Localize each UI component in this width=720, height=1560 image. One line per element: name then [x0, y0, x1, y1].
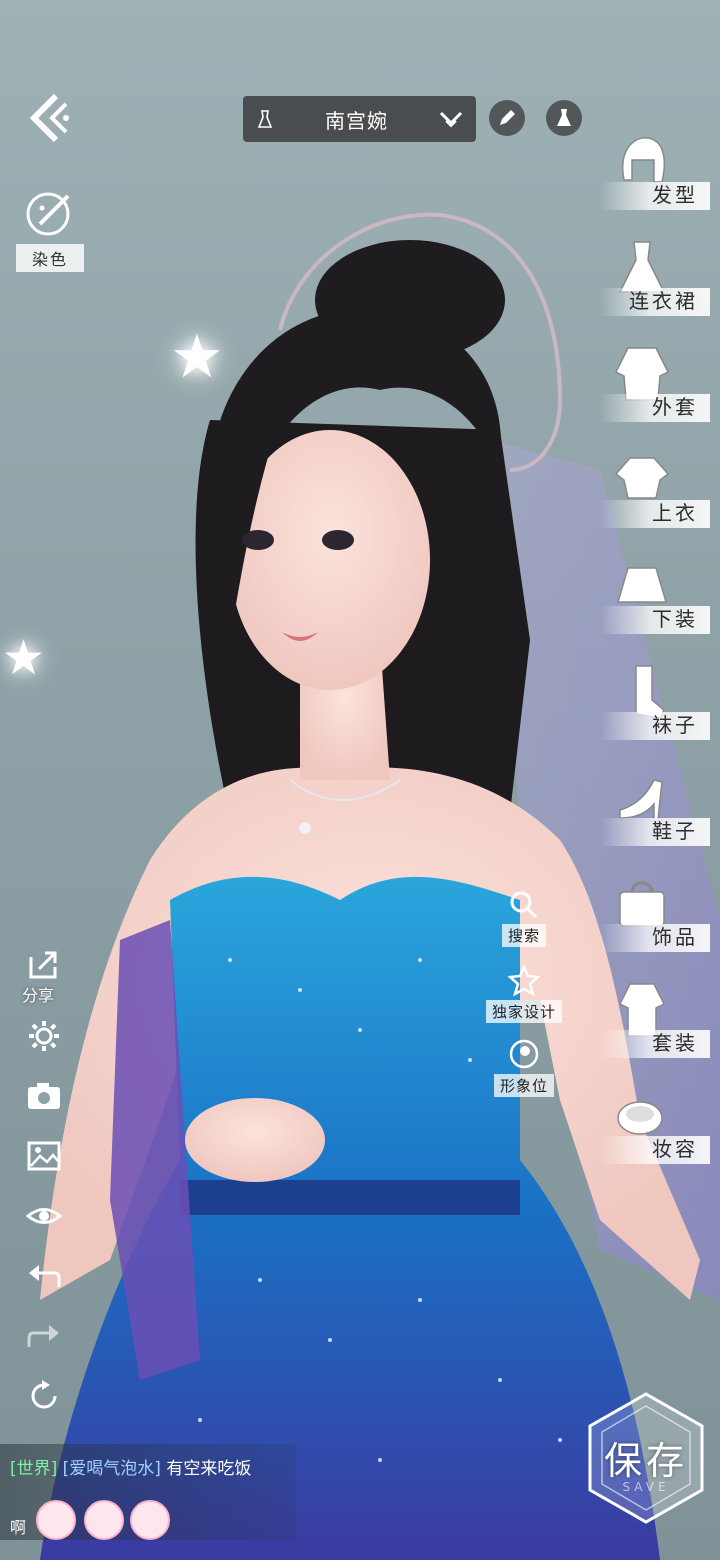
category-makeup[interactable]: 妆容 [600, 1082, 710, 1172]
star-outline-icon [508, 964, 540, 996]
share-icon [29, 951, 57, 979]
exclusive-design-button[interactable]: 独家设计 [482, 964, 566, 1023]
eye-icon [26, 1208, 62, 1224]
palette-brush-icon [26, 192, 70, 236]
share-button[interactable] [24, 944, 64, 984]
game-scene: ★ ★ 南宫婉 染色 发型 连衣裙 外套 上衣 下装 袜子 鞋子 饰品 套装 妆… [0, 0, 720, 1560]
outfit-button[interactable] [546, 100, 582, 136]
chevron-down-icon [439, 111, 463, 128]
category-dress[interactable]: 连衣裙 [600, 234, 710, 324]
emoji-sticker-icon [36, 1500, 76, 1540]
rotate-icon [31, 1380, 57, 1409]
save-label: 保存 [603, 1439, 688, 1483]
chat-channel: [世界] [10, 1459, 58, 1479]
redo-button[interactable] [24, 1316, 64, 1356]
pen-icon [500, 110, 515, 125]
camera-icon [28, 1083, 60, 1109]
category-top[interactable]: 上衣 [600, 446, 710, 536]
camera-button[interactable] [24, 1076, 64, 1116]
image-icon [27, 1141, 61, 1171]
emoji-sticker-icon [130, 1500, 170, 1540]
star-icon: ★ [2, 630, 46, 686]
category-accessory[interactable]: 饰品 [600, 870, 710, 960]
save-watermark: SAVE [622, 1480, 670, 1494]
category-bottom[interactable]: 下装 [600, 552, 710, 642]
chat-user[interactable]: [爱喝气泡水] [63, 1459, 161, 1479]
emoji-sticker-icon [84, 1500, 124, 1540]
image-slot-button[interactable]: 形象位 [482, 1038, 566, 1097]
dye-label: 染色 [16, 244, 84, 272]
category-shoes[interactable]: 鞋子 [600, 764, 710, 854]
category-hair[interactable]: 发型 [600, 128, 710, 218]
character-name: 南宫婉 [325, 108, 388, 133]
reset-button[interactable] [24, 1376, 64, 1416]
chat-second-line: 啊 [10, 1518, 27, 1537]
category-socks[interactable]: 袜子 [600, 658, 710, 748]
character-selector[interactable]: 南宫婉 [243, 96, 476, 142]
hide-ui-button[interactable] [24, 1196, 64, 1236]
dress-icon [257, 110, 273, 128]
portrait-icon [509, 1039, 539, 1069]
chat-message: [世界] [爱喝气泡水] 有空来吃饭 [10, 1454, 251, 1479]
undo-arrow-icon [29, 1265, 61, 1287]
chevron-left-icon [29, 93, 69, 143]
category-set[interactable]: 套装 [600, 976, 710, 1066]
settings-button[interactable] [24, 1016, 64, 1056]
category-coat[interactable]: 外套 [600, 340, 710, 430]
gallery-button[interactable] [24, 1136, 64, 1176]
back-button[interactable] [22, 90, 78, 146]
save-button[interactable]: 保存 SAVE [588, 1392, 704, 1524]
undo-button[interactable] [24, 1256, 64, 1296]
redo-arrow-icon [27, 1325, 59, 1347]
dye-button[interactable]: 染色 [16, 186, 84, 272]
gear-icon [29, 1021, 59, 1051]
search-icon [510, 891, 538, 919]
star-icon: ★ [170, 322, 224, 392]
dress-icon [557, 109, 571, 126]
edit-pen-button[interactable] [489, 100, 525, 136]
search-button[interactable]: 搜索 [482, 890, 566, 947]
chat-text: 有空来吃饭 [166, 1459, 252, 1479]
share-label: 分享 [22, 986, 55, 1005]
